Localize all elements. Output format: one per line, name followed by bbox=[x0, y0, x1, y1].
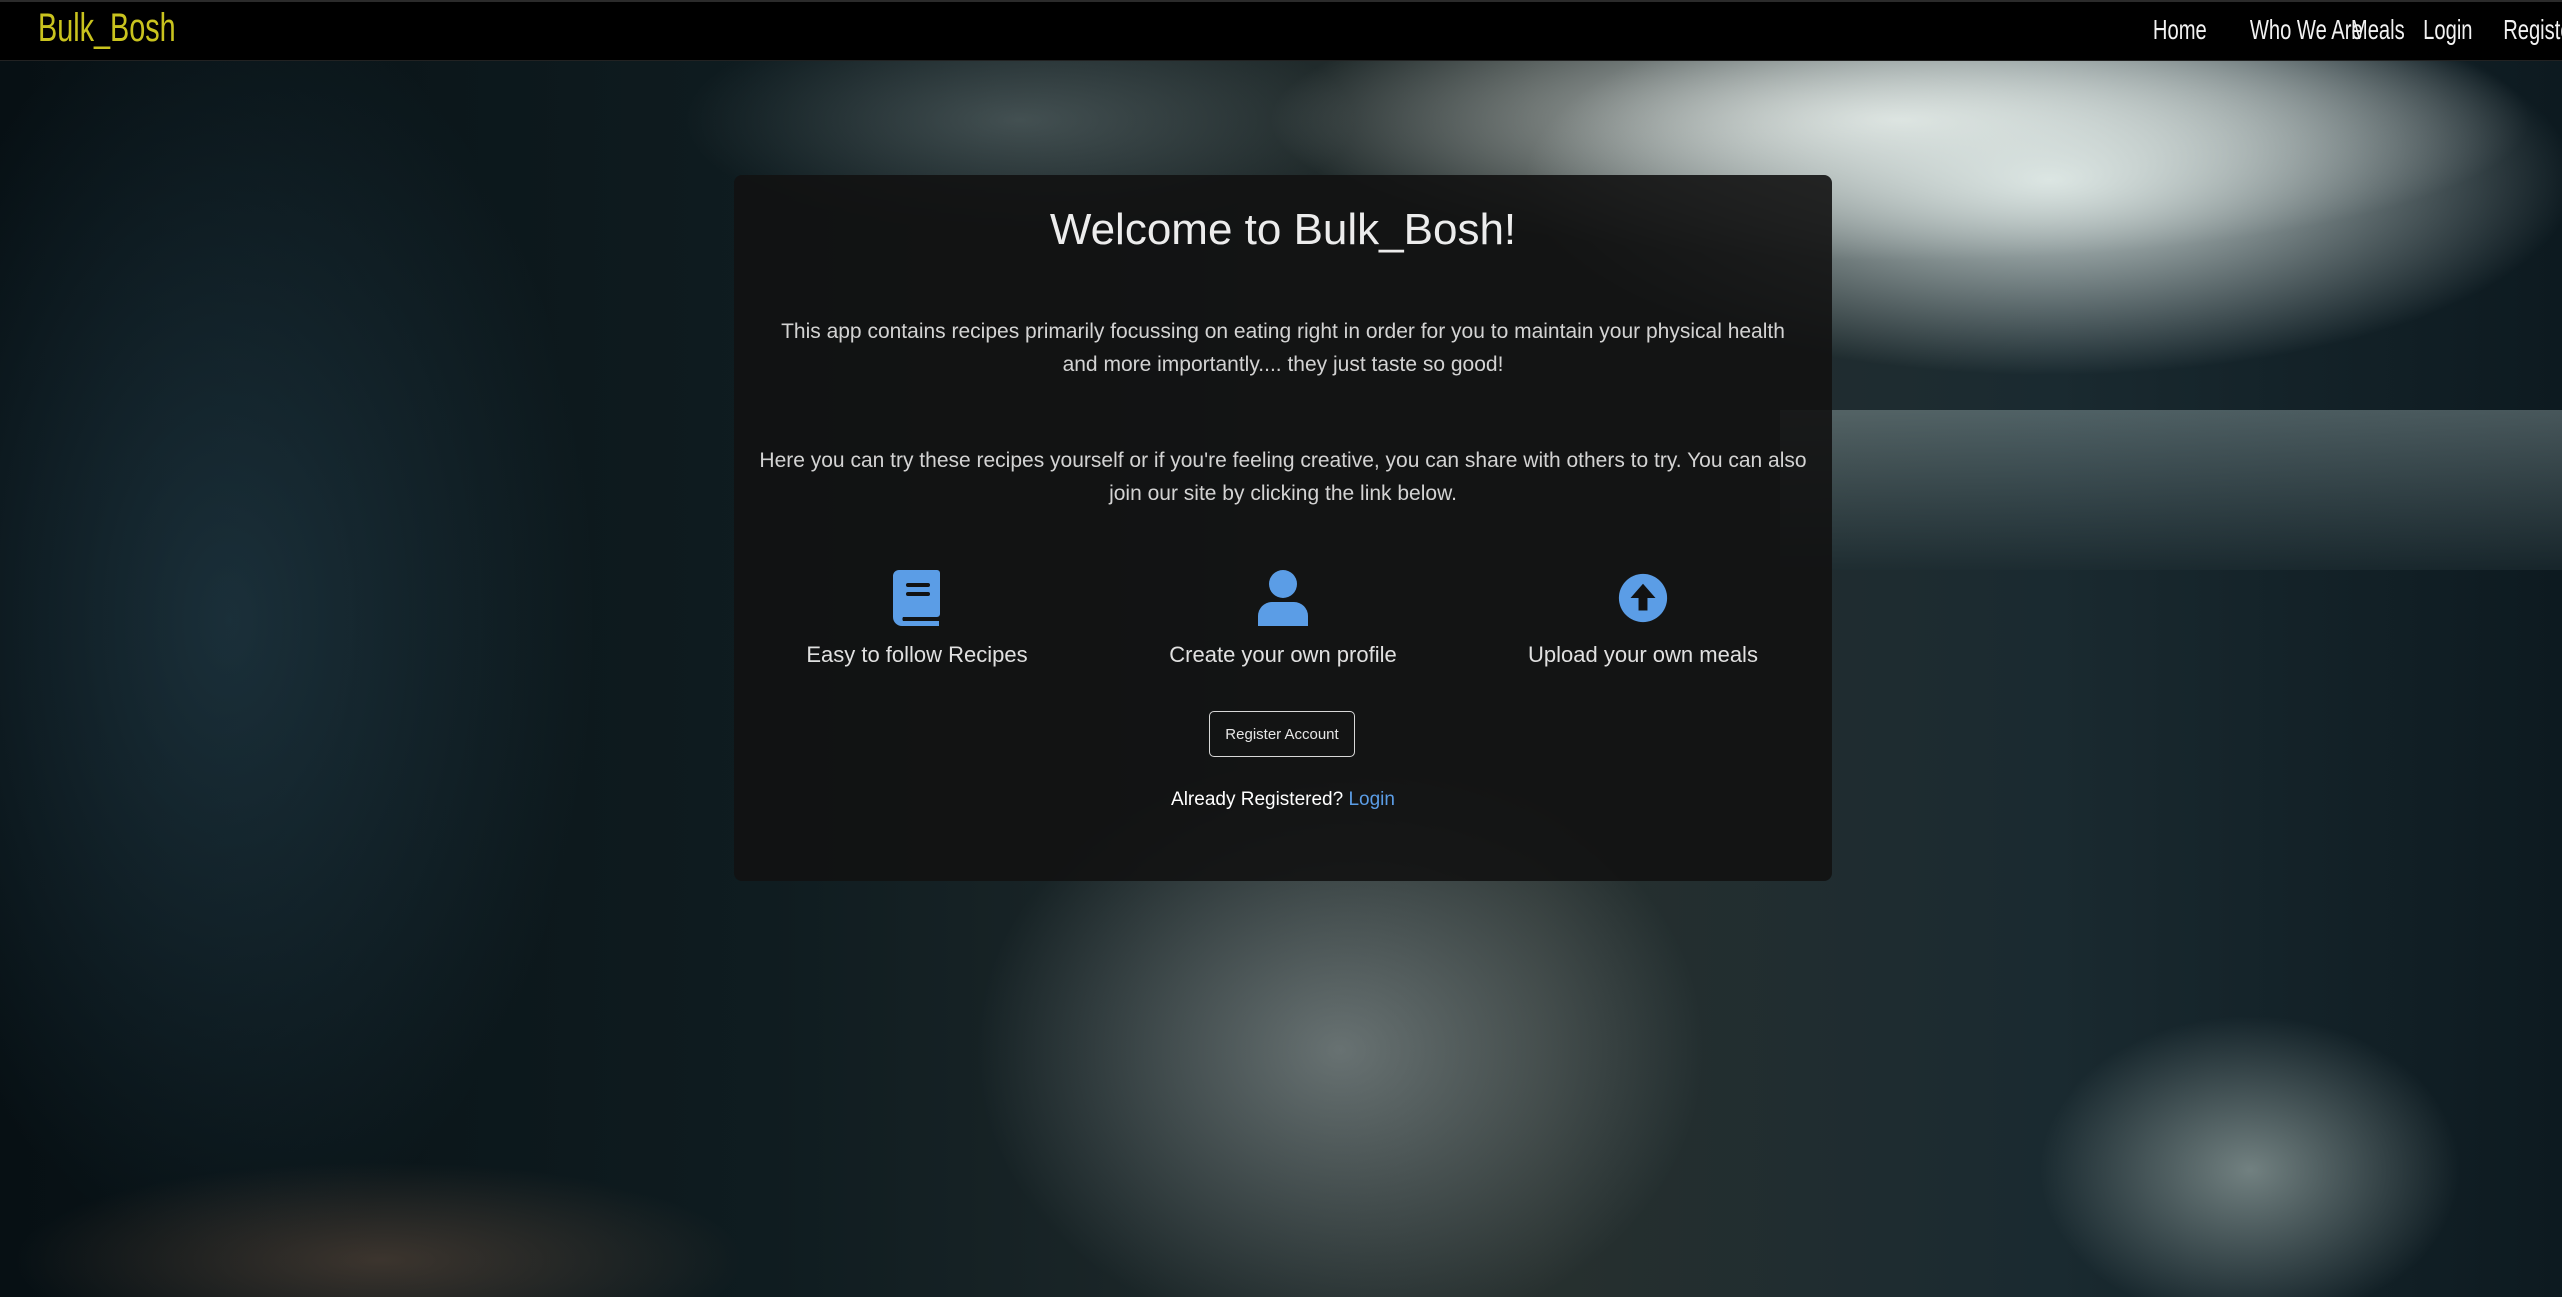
navbar: Bulk_Bosh Home Who We Are Meals Login Re… bbox=[0, 0, 2562, 61]
background-arm bbox=[0, 1060, 1000, 1297]
background-band bbox=[1780, 410, 2562, 570]
nav-meals[interactable]: Meals bbox=[2351, 14, 2405, 46]
feature-profile-label: Create your own profile bbox=[1169, 642, 1397, 667]
nav-register[interactable]: Register bbox=[2503, 14, 2562, 46]
feature-upload: Upload your own meals bbox=[1463, 570, 1823, 680]
user-icon bbox=[1258, 570, 1308, 626]
feature-recipes-label: Easy to follow Recipes bbox=[806, 642, 1028, 667]
brand-logo[interactable]: Bulk_Bosh bbox=[38, 6, 176, 51]
intro-paragraph: This app contains recipes primarily focu… bbox=[781, 320, 1785, 376]
book-icon bbox=[892, 570, 942, 626]
already-registered-label: Already Registered? bbox=[1171, 789, 1344, 810]
feature-upload-label: Upload your own meals bbox=[1528, 642, 1758, 667]
nav-who-we-are[interactable]: Who We Are bbox=[2250, 14, 2363, 46]
feature-profile: Create your own profile bbox=[1103, 570, 1463, 680]
already-registered-text: Already Registered? Login bbox=[734, 789, 1832, 811]
features-row: Easy to follow Recipes Create your own p… bbox=[734, 570, 1832, 680]
nav-links: Home Who We Are Meals Login Register bbox=[2136, 14, 2562, 46]
page-title: Welcome to Bulk_Bosh! bbox=[1049, 205, 1517, 254]
join-paragraph: Here you can try these recipes yourself … bbox=[759, 449, 1807, 505]
nav-home[interactable]: Home bbox=[2153, 14, 2207, 46]
register-account-button[interactable]: Register Account bbox=[1209, 711, 1355, 757]
login-link[interactable]: Login bbox=[1348, 789, 1395, 810]
feature-recipes: Easy to follow Recipes bbox=[737, 570, 1097, 680]
welcome-card: Welcome to Bulk_Bosh! This app contains … bbox=[734, 175, 1832, 881]
upload-icon bbox=[1618, 570, 1668, 626]
nav-login[interactable]: Login bbox=[2423, 14, 2472, 46]
